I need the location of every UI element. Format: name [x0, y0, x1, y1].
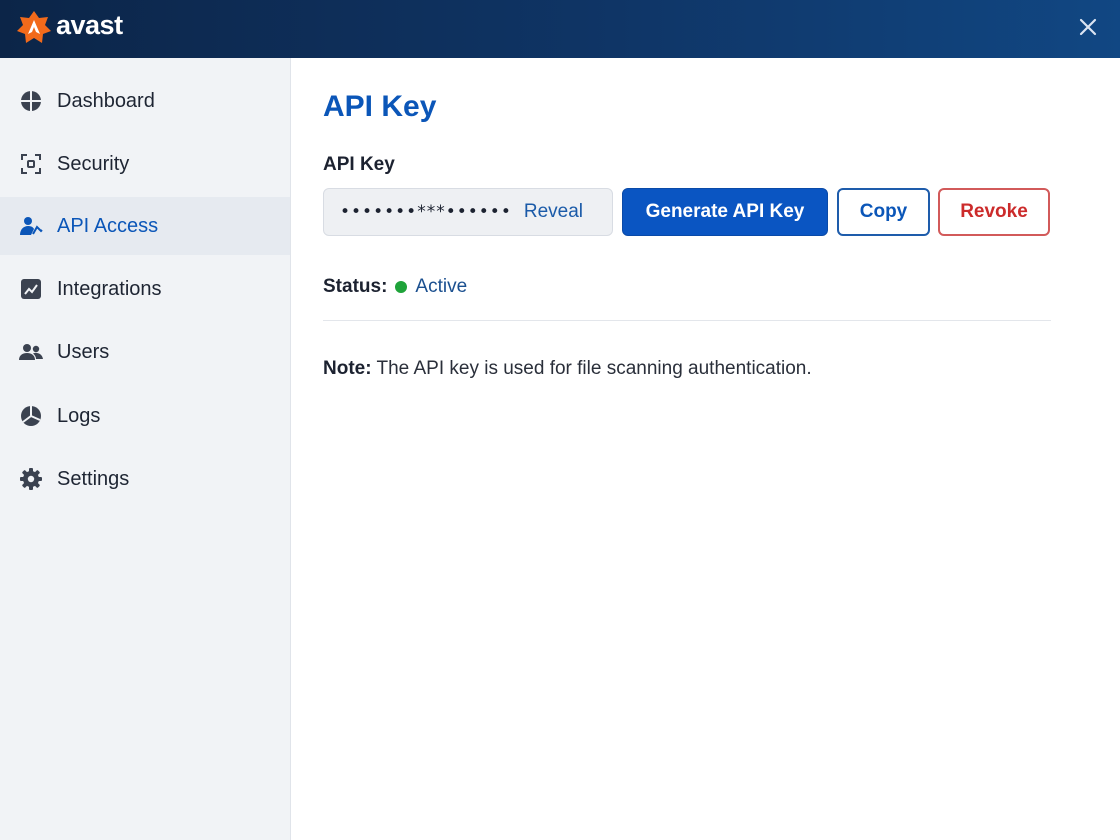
- revoke-button[interactable]: Revoke: [938, 188, 1050, 236]
- status-label: Status:: [323, 276, 388, 297]
- close-icon: [1079, 18, 1097, 36]
- sidebar-item-dashboard[interactable]: Dashboard: [0, 72, 290, 130]
- sidebar-item-label: Users: [57, 340, 110, 363]
- sidebar-item-integrations[interactable]: Integrations: [0, 260, 290, 318]
- api-key-label: API Key: [323, 154, 395, 175]
- sidebar-item-api-access[interactable]: API Access: [0, 197, 290, 255]
- security-icon: [19, 152, 43, 176]
- sidebar-item-label: Dashboard: [57, 89, 155, 112]
- sidebar-item-label: Settings: [57, 467, 130, 490]
- avast-logo-icon: [17, 11, 51, 43]
- copy-button[interactable]: Copy: [837, 188, 930, 236]
- main-content: API Key API Key •••••••***•••••• Reveal …: [292, 58, 1120, 840]
- dashboard-icon: [19, 89, 43, 113]
- note-label: Note:: [323, 358, 372, 379]
- close-button[interactable]: [1074, 13, 1102, 41]
- title-bar: avast: [0, 0, 1120, 58]
- logs-icon: [19, 404, 43, 428]
- api-key-field: •••••••***•••••• Reveal: [323, 188, 613, 236]
- brand-name: avast: [56, 9, 123, 40]
- page-title: API Key: [323, 90, 437, 123]
- note-text: The API key is used for file scanning au…: [376, 358, 812, 379]
- sidebar: Dashboard Security API Access Integratio…: [0, 58, 291, 840]
- sidebar-item-settings[interactable]: Settings: [0, 450, 290, 508]
- sidebar-item-label: Security: [57, 152, 130, 175]
- users-icon: [19, 340, 43, 364]
- sidebar-item-users[interactable]: Users: [0, 323, 290, 381]
- status-value: Active: [415, 276, 468, 297]
- sidebar-item-label: Logs: [57, 404, 101, 427]
- status-row: Status: Active: [323, 276, 467, 298]
- note: Note: The API key is used for file scann…: [323, 358, 812, 380]
- avast-logo: avast: [14, 4, 123, 52]
- generate-api-key-button[interactable]: Generate API Key: [622, 188, 828, 236]
- reveal-link[interactable]: Reveal: [524, 201, 583, 223]
- sidebar-item-label: Integrations: [57, 277, 162, 300]
- gear-icon: [19, 467, 43, 491]
- sidebar-item-logs[interactable]: Logs: [0, 387, 290, 445]
- api-key-value: •••••••***••••••: [340, 202, 512, 222]
- sidebar-item-label: API Access: [57, 214, 159, 237]
- api-access-icon: [19, 214, 43, 238]
- divider: [323, 320, 1051, 321]
- status-dot-icon: [395, 281, 408, 293]
- integrations-icon: [19, 277, 43, 301]
- sidebar-item-security[interactable]: Security: [0, 135, 290, 193]
